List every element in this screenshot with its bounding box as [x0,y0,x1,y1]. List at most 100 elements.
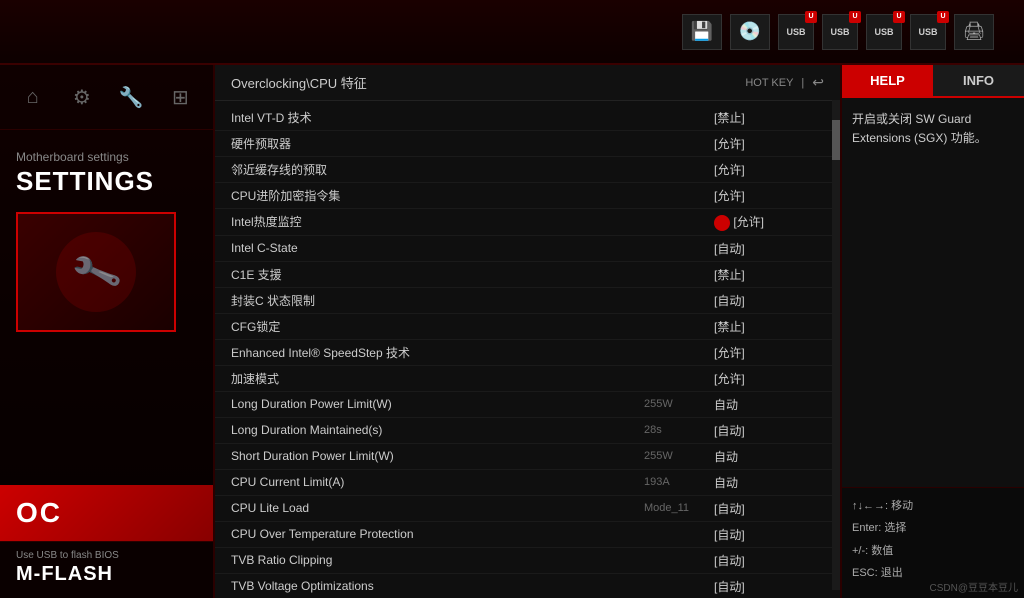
usb-badge-3: U [893,11,905,23]
disc-icon[interactable]: 💿 [730,14,770,50]
usb-label-4: USB [918,27,937,37]
settings-icon[interactable]: ⚙ [62,77,102,117]
setting-row[interactable]: CPU Over Temperature Protection [自动] [215,522,840,548]
usb-icon-3[interactable]: USB U [866,14,902,50]
setting-value: [自动] [704,240,824,257]
settings-list: Intel VT-D 技术[禁止]硬件预取器[允许]邻近缓存线的预取[允许]CP… [215,101,840,598]
setting-row[interactable]: CFG锁定 [禁止] [215,314,840,340]
setting-name: CPU Over Temperature Protection [231,527,634,541]
setting-row[interactable]: TVB Voltage Optimizations[自动] [215,574,840,598]
setting-value: [自动] [704,500,824,517]
settings-label: Motherboard settings [16,150,197,164]
usb-label-1: USB [786,27,805,37]
settings-title: SETTINGS [16,166,197,197]
sidebar: ⌂ ⚙ 🔧 ⊞ Motherboard settings SETTINGS 🔧 … [0,65,215,598]
setting-value: [允许] [704,187,824,204]
breadcrumb-bar: Overclocking\CPU 特征 HOT KEY | ↩ [215,65,840,101]
setting-value: 自动 [704,448,824,465]
watermark: CSDN@豆豆本豆儿 [930,579,1019,594]
setting-name: Enhanced Intel® SpeedStep 技术 [231,344,634,361]
setting-row[interactable]: Intel热度监控 [允许] [215,209,840,236]
setting-value: [允许] [704,213,824,231]
usb-icon-4[interactable]: USB U [910,14,946,50]
setting-row[interactable]: Intel C-State [自动] [215,236,840,262]
right-content: 开启或关闭 SW Guard Extensions (SGX) 功能。 [842,98,1024,487]
help-text: 开启或关闭 SW Guard Extensions (SGX) 功能。 [852,110,1014,148]
setting-name: Long Duration Maintained(s) [231,423,634,437]
setting-name: CPU Lite Load [231,501,634,515]
setting-value: [自动] [704,526,824,543]
setting-name: Short Duration Power Limit(W) [231,449,634,463]
main-content: Overclocking\CPU 特征 HOT KEY | ↩ Intel VT… [215,65,840,598]
setting-name: C1E 支援 [231,266,634,283]
setting-hint: 255W [644,450,704,462]
setting-row[interactable]: Long Duration Maintained(s) 28s[自动] [215,418,840,444]
setting-name: 邻近缓存线的预取 [231,161,634,178]
setting-name: CFG锁定 [231,318,634,335]
setting-value: 自动 [704,474,824,491]
setting-row[interactable]: CPU进阶加密指令集 [允许] [215,183,840,209]
usb-icon-2[interactable]: USB U [822,14,858,50]
setting-name: Long Duration Power Limit(W) [231,397,634,411]
setting-value: [允许] [704,161,824,178]
hotkey-separator: | [801,77,804,89]
tab-help[interactable]: HELP [842,65,933,96]
key-hint: +/-: 数值 [852,543,1014,561]
scrollbar[interactable] [832,100,840,590]
hotkey-back[interactable]: ↩ [812,74,824,91]
key-hint: Enter: 选择 [852,520,1014,538]
setting-row[interactable]: TVB Ratio Clipping[自动] [215,548,840,574]
wrench-decorative: 🔧 [68,245,124,300]
setting-value: [禁止] [704,318,824,335]
oc-label: OC [16,497,197,529]
setting-name: Intel C-State [231,241,634,255]
settings-icon-area: 🔧 [16,212,176,332]
usb-icon-1[interactable]: USB U [778,14,814,50]
setting-row[interactable]: 加速模式[允许] [215,366,840,392]
printer-icon[interactable]: 🖨 [954,14,994,50]
oc-section[interactable]: OC [0,485,213,541]
setting-value: [允许] [704,135,824,152]
mflash-label: Use USB to flash BIOS [16,550,197,561]
hotkey-label: HOT KEY [745,77,793,89]
setting-name: 加速模式 [231,370,634,387]
setting-name: CPU进阶加密指令集 [231,187,634,204]
setting-row[interactable]: Short Duration Power Limit(W) 255W自动 [215,444,840,470]
setting-row[interactable]: 封装C 状态限制[自动] [215,288,840,314]
storage-icon[interactable]: 💾 [682,14,722,50]
setting-value: [自动] [704,422,824,439]
setting-hint: 28s [644,424,704,436]
setting-row[interactable]: CPU Current Limit(A) 193A自动 [215,470,840,496]
mflash-title: M-FLASH [16,563,197,586]
setting-name: TVB Ratio Clipping [231,553,634,567]
usb-badge-4: U [937,11,949,23]
tool-icon[interactable]: 🔧 [111,77,151,117]
scrollbar-thumb[interactable] [832,120,840,160]
sidebar-section: Motherboard settings SETTINGS 🔧 [0,130,213,485]
setting-hint: 193A [644,476,704,488]
setting-row[interactable]: CPU Lite LoadMode_11[自动] [215,496,840,522]
setting-row[interactable]: 邻近缓存线的预取 [允许] [215,157,840,183]
mflash-section[interactable]: Use USB to flash BIOS M-FLASH [0,541,213,598]
setting-name: Intel VT-D 技术 [231,109,634,126]
setting-value: 自动 [704,396,824,413]
home-icon[interactable]: ⌂ [13,77,53,117]
top-bar-icons: 💾 💿 USB U USB U USB U USB U 🖨 [682,14,994,50]
setting-row[interactable]: Long Duration Power Limit(W) 255W自动 [215,392,840,418]
setting-row[interactable]: 硬件预取器 [允许] [215,131,840,157]
setting-name: Intel热度监控 [231,213,634,230]
usb-badge-2: U [849,11,861,23]
setting-name: 硬件预取器 [231,135,634,152]
setting-name: 封装C 状态限制 [231,292,634,309]
setting-value: [自动] [704,578,824,595]
setting-hint: 255W [644,398,704,410]
tab-info[interactable]: INFO [933,65,1024,96]
usb-label-2: USB [830,27,849,37]
usb-badge-1: U [805,11,817,23]
setting-row[interactable]: Intel VT-D 技术[禁止] [215,105,840,131]
setting-name: CPU Current Limit(A) [231,475,634,489]
grid-icon[interactable]: ⊞ [160,77,200,117]
top-bar: 💾 💿 USB U USB U USB U USB U 🖨 [0,0,1024,65]
setting-row[interactable]: C1E 支援[禁止] [215,262,840,288]
setting-row[interactable]: Enhanced Intel® SpeedStep 技术[允许] [215,340,840,366]
